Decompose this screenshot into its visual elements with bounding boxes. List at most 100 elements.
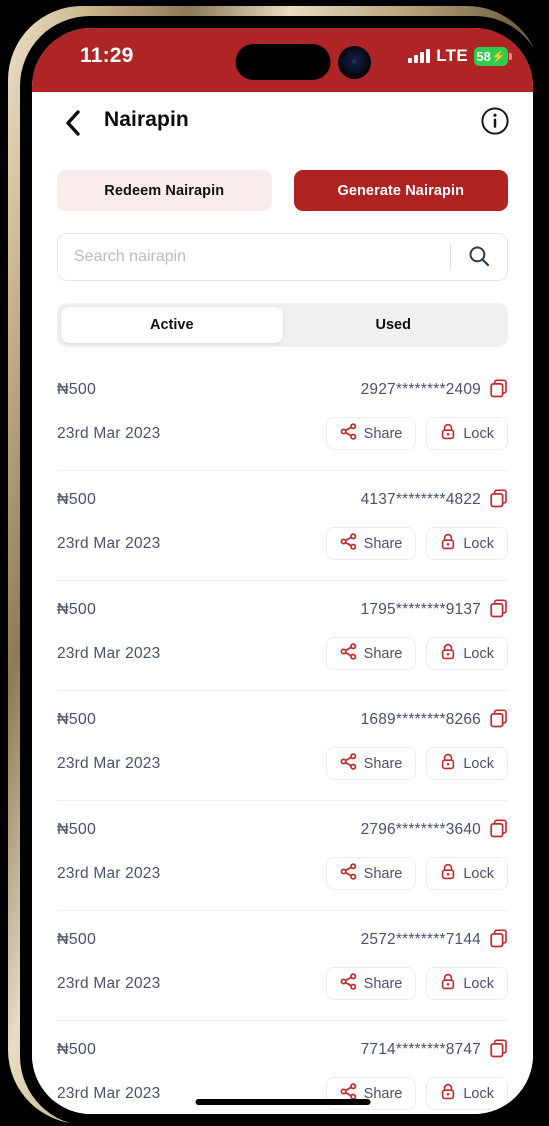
search-bar (57, 233, 508, 281)
lock-icon (440, 863, 456, 884)
pin-amount: ₦500 (57, 381, 97, 398)
phone-frame: 11:29 LTE 58 ⚡ Nairapin Redeem Nairapin … (8, 6, 545, 1126)
share-pin-button[interactable]: Share (325, 857, 417, 890)
share-pin-button[interactable]: Share (325, 967, 417, 1000)
pin-row: ₦500 2927********2409 23rd Mar 2023 Share Lo… (57, 361, 508, 471)
lock-pin-button[interactable]: Lock (426, 967, 508, 1000)
pin-row-bottom: 23rd Mar 2023 Share Lock (57, 417, 508, 450)
status-bar-indicators: LTE 58 ⚡ (408, 46, 512, 66)
lock-pin-button[interactable]: Lock (426, 417, 508, 450)
lock-pin-button[interactable]: Lock (426, 527, 508, 560)
page-content: Redeem Nairapin Generate Nairapin Active (32, 152, 533, 1114)
battery-percentage: 58 (476, 48, 491, 64)
lock-label: Lock (463, 975, 494, 992)
share-icon (340, 973, 357, 994)
lock-pin-button[interactable]: Lock (426, 747, 508, 780)
share-label: Share (363, 535, 403, 552)
pin-row-top: ₦500 7714********8747 (57, 1039, 508, 1061)
pin-code-group: 1795********9137 (361, 599, 508, 621)
status-bar: 11:29 LTE 58 ⚡ (32, 28, 533, 92)
share-icon (340, 533, 357, 554)
pin-code-group: 2796********3640 (361, 819, 508, 841)
pin-action-group: Share Lock (325, 637, 508, 670)
pin-action-group: Share Lock (325, 417, 508, 450)
share-icon (340, 423, 357, 444)
lock-label: Lock (463, 755, 494, 772)
battery-charging-bolt-icon: ⚡ (491, 50, 506, 63)
lock-icon (440, 533, 456, 554)
share-pin-button[interactable]: Share (325, 527, 417, 560)
pin-row-top: ₦500 4137********4822 (57, 489, 508, 511)
share-pin-button[interactable]: Share (325, 1077, 417, 1110)
pin-code: 1795********9137 (360, 601, 481, 618)
lock-label: Lock (463, 535, 494, 552)
pin-amount: ₦500 (57, 931, 97, 948)
share-pin-button[interactable]: Share (325, 637, 417, 670)
copy-pin-button[interactable] (490, 819, 508, 841)
pin-row-bottom: 23rd Mar 2023 Share Lock (57, 527, 508, 560)
copy-pin-button[interactable] (490, 489, 508, 511)
share-pin-button[interactable]: Share (325, 747, 417, 780)
pin-row-top: ₦500 2796********3640 (57, 819, 508, 841)
pin-date: 23rd Mar 2023 (57, 534, 161, 552)
generate-nairapin-button[interactable]: Generate Nairapin (293, 170, 508, 211)
share-label: Share (363, 645, 403, 662)
pin-row-top: ₦500 1689********8266 (57, 709, 508, 731)
page-title: Nairapin (104, 108, 189, 131)
share-label: Share (363, 1085, 403, 1102)
pin-code: 2927********2409 (360, 381, 481, 398)
pin-code-group: 2572********7144 (361, 929, 508, 951)
search-input[interactable] (58, 234, 450, 280)
pin-row: ₦500 4137********4822 23rd Mar 2023 Share Lo… (57, 471, 508, 581)
front-camera-icon (338, 46, 371, 79)
pin-amount: ₦500 (57, 821, 97, 838)
lock-icon (440, 973, 456, 994)
tab-active[interactable]: Active (61, 307, 283, 343)
lock-icon (440, 643, 456, 664)
pin-row: ₦500 2796********3640 23rd Mar 2023 Share Lo… (57, 801, 508, 911)
copy-pin-button[interactable] (490, 1039, 508, 1061)
pin-date: 23rd Mar 2023 (57, 754, 161, 772)
pin-row-top: ₦500 2927********2409 (57, 379, 508, 401)
lock-pin-button[interactable]: Lock (426, 637, 508, 670)
pin-amount: ₦500 (57, 1041, 97, 1058)
pin-row-bottom: 23rd Mar 2023 Share Lock (57, 1077, 508, 1110)
share-icon (340, 643, 357, 664)
tab-used[interactable]: Used (283, 307, 505, 343)
copy-pin-button[interactable] (490, 929, 508, 951)
copy-pin-button[interactable] (490, 599, 508, 621)
copy-icon (490, 379, 508, 401)
redeem-nairapin-button[interactable]: Redeem Nairapin (57, 170, 272, 211)
copy-icon (490, 489, 508, 511)
pin-code-group: 7714********8747 (361, 1039, 508, 1061)
network-type-label: LTE (436, 46, 468, 65)
pin-date: 23rd Mar 2023 (57, 1084, 161, 1102)
pin-action-group: Share Lock (325, 527, 508, 560)
lock-pin-button[interactable]: Lock (426, 1077, 508, 1110)
lock-label: Lock (463, 425, 494, 442)
pin-code: 7714********8747 (360, 1041, 481, 1058)
pin-code: 2572********7144 (360, 931, 481, 948)
copy-pin-button[interactable] (490, 709, 508, 731)
share-pin-button[interactable]: Share (325, 417, 417, 450)
back-button[interactable] (56, 106, 90, 140)
pin-row-bottom: 23rd Mar 2023 Share Lock (57, 637, 508, 670)
pin-row-bottom: 23rd Mar 2023 Share Lock (57, 857, 508, 890)
share-icon (340, 863, 357, 884)
pin-code: 4137********4822 (360, 491, 481, 508)
share-label: Share (363, 975, 403, 992)
pin-row-top: ₦500 2572********7144 (57, 929, 508, 951)
share-label: Share (363, 755, 403, 772)
copy-pin-button[interactable] (490, 379, 508, 401)
copy-icon (490, 819, 508, 841)
info-circle-icon[interactable] (480, 106, 510, 136)
home-indicator (195, 1099, 370, 1105)
pin-row-bottom: 23rd Mar 2023 Share Lock (57, 747, 508, 780)
action-button-row: Redeem Nairapin Generate Nairapin (32, 152, 533, 211)
share-icon (340, 753, 357, 774)
pin-code: 1689********8266 (360, 711, 481, 728)
search-button[interactable] (451, 234, 507, 280)
tab-bar: Active Used (57, 303, 508, 347)
pin-code-group: 2927********2409 (361, 379, 508, 401)
lock-pin-button[interactable]: Lock (426, 857, 508, 890)
